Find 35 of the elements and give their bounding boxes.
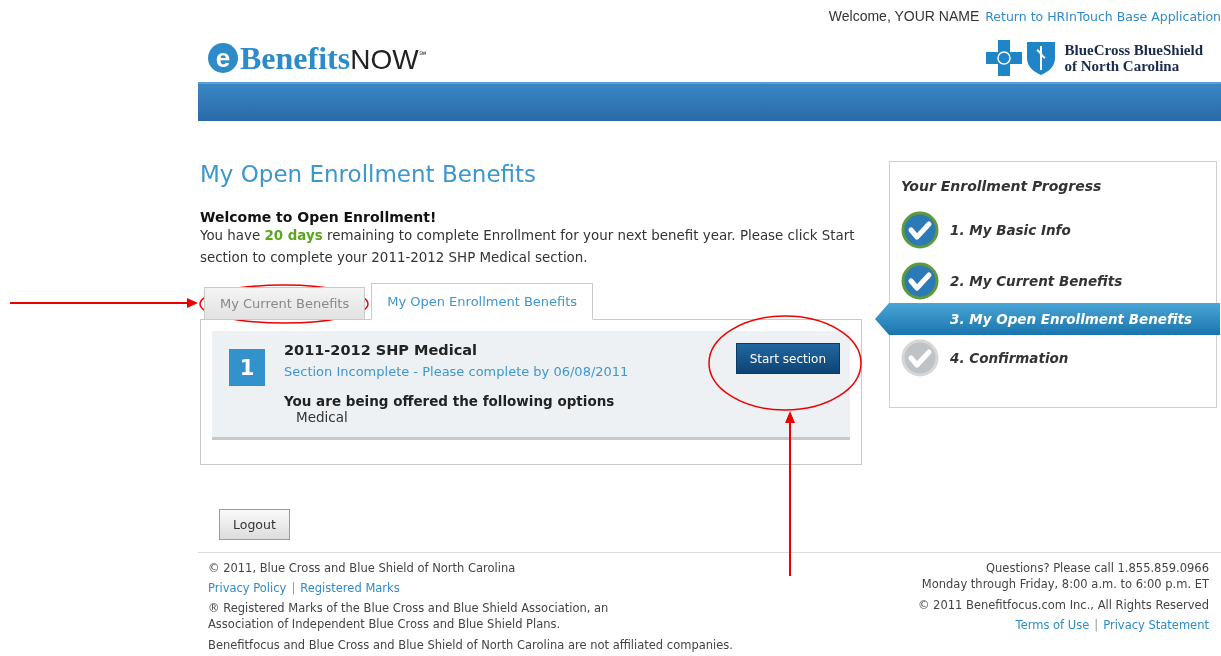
step-label: 3. My Open Enrollment Benefits	[950, 311, 1193, 327]
footer-link[interactable]: Registered Marks	[300, 581, 400, 595]
page-title: My Open Enrollment Benefits	[200, 161, 538, 187]
footer-link[interactable]: Privacy Policy	[208, 581, 287, 595]
tab[interactable]: My Current Benefits	[204, 287, 366, 320]
hours-text: Monday through Friday, 8:00 a.m. to 6:00 p.m. ET	[921, 576, 1209, 592]
shield-icon	[1026, 40, 1057, 76]
logout-button[interactable]: Logout	[219, 509, 290, 540]
registered-note: ® Registered Marks of the Blue Cross and Blue Shield Association, an Association of Independent Blue Cross and Blue Shield Plans.	[208, 600, 610, 632]
link-separator: |	[1094, 618, 1099, 632]
option-text: Medical	[295, 409, 349, 425]
disclaimer-text: Benefitfocus and Blue Cross and Blue Shield of North Carolina are not affiliated companies.	[208, 637, 733, 653]
footer-link[interactable]: Terms of Use	[1015, 618, 1090, 632]
step-label: 4. Confirmation	[950, 349, 1069, 366]
section-status: Section Incomplete - Please complete by 06/08/2011	[284, 364, 630, 379]
section-number: 1	[229, 349, 265, 386]
cross-icon	[986, 40, 1023, 76]
return-link[interactable]: Return to HRInTouch Base Application	[985, 9, 1221, 24]
questions-text: Questions? Please call 1.855.859.0966	[985, 560, 1209, 576]
link-separator: |	[291, 581, 296, 595]
welcome-text: Welcome, YOUR NAME	[828, 8, 980, 24]
section-title: 2011-2012 SHP Medical	[284, 342, 478, 358]
step-label: 1. My Basic Info	[950, 221, 1071, 238]
rights-text: © 2011 Benefitfocus.com Inc., All Rights Reserved	[917, 597, 1209, 613]
bcbs-logo-text: BlueCross BlueShield of North Carolina	[1064, 42, 1203, 74]
progress-title: Your Enrollment Progress	[901, 178, 1103, 194]
intro-text: You have 20 days remaining to complete Enrollment for your next benefit year. Please click Start section to complete your 2011-2012 SHP Medical section.	[200, 227, 856, 267]
footer-link[interactable]: Privacy Statement	[1103, 618, 1209, 632]
benefitsnow-logo: e BenefitsNOW℠	[208, 39, 426, 77]
copyright-text: © 2011, Blue Cross and Blue Shield of North Carolina	[208, 560, 516, 576]
intro-heading: Welcome to Open Enrollment!	[200, 209, 438, 225]
start-section-button[interactable]: Start section	[735, 343, 840, 374]
step-label: 2. My Current Benefits	[950, 272, 1123, 289]
tab[interactable]: My Open Enrollment Benefits	[371, 283, 594, 320]
offer-label: You are being offered the following options	[284, 393, 616, 409]
